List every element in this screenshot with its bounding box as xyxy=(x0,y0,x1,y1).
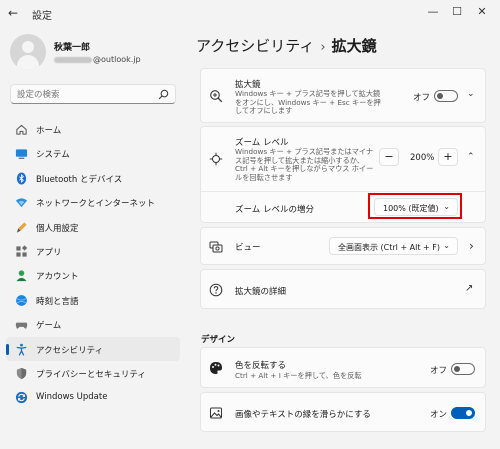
sidebar-item-windows-update[interactable]: Windows Update xyxy=(6,385,180,409)
windows-update-icon xyxy=(15,392,28,404)
magnifier-details-card[interactable]: 拡大鏡の詳細 ↗ xyxy=(200,269,486,309)
sidebar-item-time-language[interactable]: 時刻と言語 xyxy=(6,288,180,312)
breadcrumb-parent[interactable]: アクセシビリティ xyxy=(196,37,314,55)
user-email: @outlook.jp xyxy=(54,55,141,64)
sidebar-item-accounts[interactable]: アカウント xyxy=(6,263,180,287)
sidebar-item-home[interactable]: ホーム xyxy=(6,117,180,141)
apps-icon xyxy=(16,245,28,257)
user-name: 秋葉一郎 xyxy=(54,43,91,53)
bluetooth-icon xyxy=(16,172,27,185)
magnifier-toggle[interactable] xyxy=(434,90,458,102)
avatar xyxy=(10,34,46,70)
sidebar-item-label: アカウント xyxy=(36,272,79,283)
chevron-down-icon[interactable]: ⌄ xyxy=(467,89,475,99)
page-title: 拡大鏡 xyxy=(331,37,377,55)
sidebar-item-label: Bluetooth とデバイス xyxy=(36,174,123,185)
time-language-icon xyxy=(16,294,27,306)
sidebar-item-label: アクセシビリティ xyxy=(36,345,104,356)
divider xyxy=(201,191,485,192)
invert-colors-title: 色を反転する xyxy=(235,361,287,371)
magnifier-description: Windows キー + プラス記号を押して拡大鏡をオンにし、Windows キ… xyxy=(235,89,381,116)
sidebar-item-label: Windows Update xyxy=(36,392,108,403)
help-icon xyxy=(209,283,223,297)
sidebar-item-bluetooth[interactable]: Bluetooth とデバイス xyxy=(6,166,180,190)
sidebar-item-label: アプリ xyxy=(36,247,62,258)
chevron-up-icon[interactable]: ⌃ xyxy=(467,152,475,162)
search-icon xyxy=(158,89,169,100)
maximize-button[interactable]: ☐ xyxy=(448,4,466,20)
zoom-crosshair-icon xyxy=(209,152,223,166)
external-link-icon[interactable]: ↗ xyxy=(465,283,473,294)
sidebar-item-label: ゲーム xyxy=(36,321,62,332)
sidebar-item-network[interactable]: ネットワークとインターネット xyxy=(6,190,180,214)
image-icon xyxy=(210,407,222,419)
view-icon xyxy=(209,241,223,253)
magnifier-card[interactable]: 拡大鏡 Windows キー + プラス記号を押して拡大鏡をオンにし、Windo… xyxy=(200,68,486,123)
settings-search[interactable] xyxy=(10,84,176,104)
sidebar-item-label: システム xyxy=(36,150,70,161)
chevron-right-icon[interactable]: › xyxy=(469,239,474,253)
back-arrow-icon[interactable]: ← xyxy=(6,6,20,20)
sidebar-item-label: ホーム xyxy=(36,126,62,136)
invert-colors-state-label: オフ xyxy=(430,366,448,376)
zoom-increase-button[interactable]: + xyxy=(438,148,458,166)
system-icon xyxy=(15,149,28,160)
home-icon xyxy=(16,124,27,135)
sidebar-item-apps[interactable]: アプリ xyxy=(6,239,180,263)
highlight-box xyxy=(368,193,462,219)
sidebar-item-system[interactable]: システム xyxy=(6,141,180,165)
privacy-icon xyxy=(16,367,27,379)
window-title: 設定 xyxy=(32,11,52,22)
sidebar-item-label: ネットワークとインターネット xyxy=(36,199,156,210)
magnifier-details-title: 拡大鏡の詳細 xyxy=(235,287,287,297)
sidebar-item-privacy[interactable]: プライバシーとセキュリティ xyxy=(6,361,180,385)
gaming-icon xyxy=(15,322,28,329)
design-section-heading: デザイン xyxy=(201,335,236,345)
view-title: ビュー xyxy=(235,243,261,253)
sidebar-item-accessibility[interactable]: アクセシビリティ xyxy=(6,336,180,361)
magnifier-state-label: オフ xyxy=(413,93,431,103)
view-card[interactable]: ビュー 全画面表示 (Ctrl + Alt + F) ⌄ › xyxy=(200,227,486,265)
sidebar-item-gaming[interactable]: ゲーム xyxy=(6,312,180,336)
sidebar-item-label: 個人用設定 xyxy=(36,223,79,234)
sidebar-item-label: プライバシーとセキュリティ xyxy=(36,369,146,380)
zoom-level-value: 200% xyxy=(410,153,435,163)
sidebar-item-label: 時刻と言語 xyxy=(36,296,79,307)
zoom-increment-title: ズーム レベルの増分 xyxy=(235,205,314,215)
color-palette-icon xyxy=(210,362,222,374)
invert-colors-description: Ctrl + Alt + I キーを押して、色を反転 xyxy=(235,371,362,380)
sidebar-item-personalization[interactable]: 個人用設定 xyxy=(6,215,180,239)
chevron-down-icon: ⌄ xyxy=(443,241,450,250)
magnifier-icon xyxy=(210,90,223,103)
accounts-icon xyxy=(16,270,27,282)
view-dropdown[interactable]: 全画面表示 (Ctrl + Alt + F) ⌄ xyxy=(329,237,458,255)
network-icon xyxy=(15,198,28,208)
search-input[interactable] xyxy=(17,88,157,101)
personalization-icon xyxy=(16,221,27,233)
view-value: 全画面表示 (Ctrl + Alt + F) xyxy=(338,243,441,252)
breadcrumb-separator: › xyxy=(320,40,326,55)
close-button[interactable]: ✕ xyxy=(473,4,491,20)
blurred-email-prefix xyxy=(54,56,92,63)
smooth-edges-toggle[interactable] xyxy=(451,407,475,419)
invert-colors-card[interactable]: 色を反転する Ctrl + Alt + I キーを押して、色を反転 オフ xyxy=(200,347,486,388)
breadcrumb: アクセシビリティ › 拡大鏡 xyxy=(196,35,377,56)
accessibility-icon xyxy=(16,343,27,356)
smooth-edges-title: 画像やテキストの縁を滑らかにする xyxy=(235,410,371,420)
minimize-button[interactable]: — xyxy=(424,4,442,20)
zoom-level-description: Windows キー + プラス記号またはマイナス記号を押して拡大または縮小する… xyxy=(235,147,374,182)
user-profile[interactable]: 秋葉一郎 @outlook.jp xyxy=(10,34,180,74)
title-bar: ← 設定 — ☐ ✕ xyxy=(0,0,500,26)
smooth-edges-card[interactable]: 画像やテキストの縁を滑らかにする オン xyxy=(200,392,486,432)
invert-colors-toggle[interactable] xyxy=(451,363,475,375)
smooth-edges-state-label: オン xyxy=(430,410,448,420)
sidebar-nav: ホーム システム Bluetooth とデバイス ネットワークとインターネット … xyxy=(6,117,180,410)
zoom-decrease-button[interactable]: − xyxy=(379,148,399,166)
